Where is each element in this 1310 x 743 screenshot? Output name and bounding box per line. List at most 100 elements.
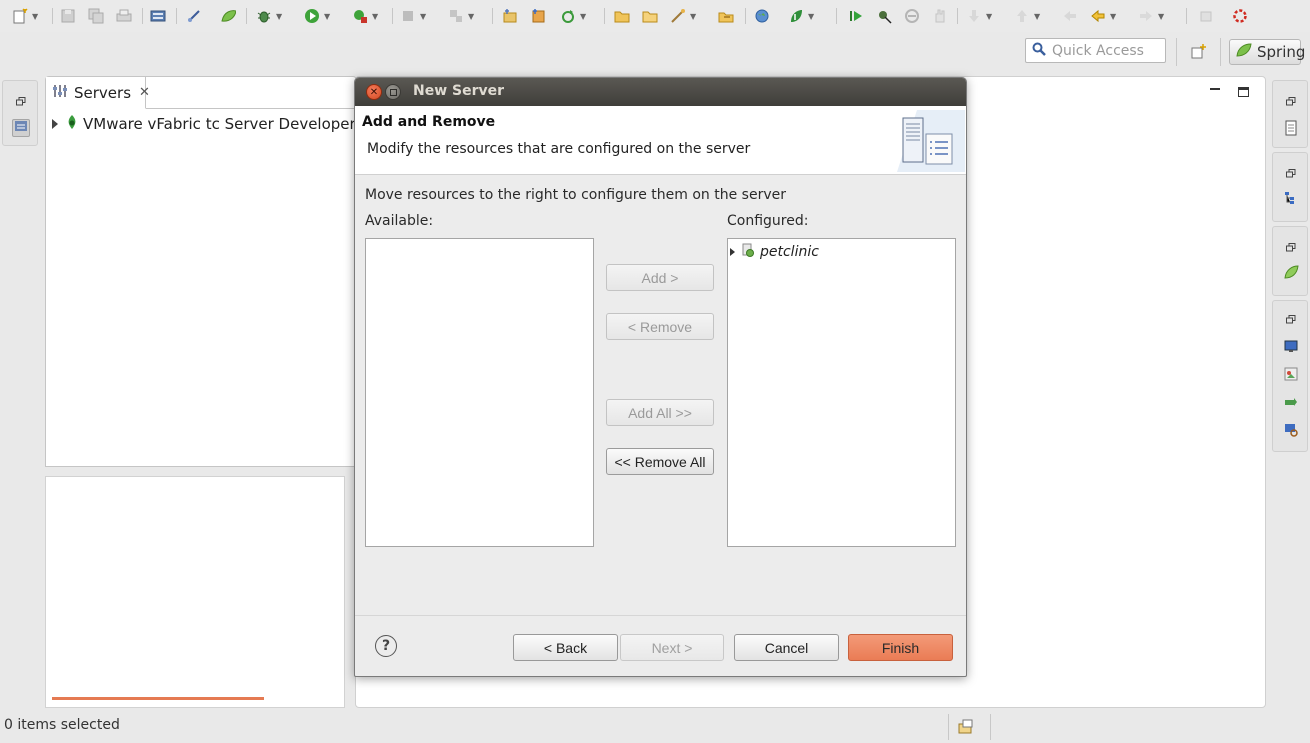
search-view-button[interactable]: [1282, 423, 1300, 441]
chevron-down-icon[interactable]: ▼: [276, 12, 282, 21]
server-tree-item[interactable]: VMware vFabric tc Server Developer Editi…: [52, 114, 362, 134]
chevron-down-icon[interactable]: ▼: [986, 12, 992, 21]
close-icon[interactable]: ✕: [139, 85, 150, 100]
search-results-icon: [1284, 423, 1298, 441]
help-button[interactable]: ?: [375, 635, 397, 657]
prev-annotation-button[interactable]: ▼: [1014, 6, 1040, 26]
restore-button[interactable]: [1282, 165, 1300, 183]
status-message: 0 items selected: [4, 717, 120, 733]
wand-button[interactable]: ▼: [670, 6, 696, 26]
open-perspective-icon: [1190, 44, 1208, 65]
new-class-button[interactable]: [530, 6, 546, 26]
chevron-down-icon[interactable]: ▼: [468, 12, 474, 21]
new-project-button[interactable]: [502, 6, 518, 26]
restore-button[interactable]: [1282, 311, 1300, 329]
remove-all-button[interactable]: << Remove All: [606, 448, 714, 475]
finish-button[interactable]: Finish: [848, 634, 953, 661]
right-trim-stack-3: [1272, 226, 1308, 296]
pin-editor-button[interactable]: [1198, 6, 1214, 26]
add-all-button[interactable]: Add All >>: [606, 399, 714, 426]
save-all-icon: [88, 8, 104, 24]
chevron-down-icon[interactable]: ▼: [1158, 12, 1164, 21]
chevron-down-icon[interactable]: ▼: [372, 12, 378, 21]
chevron-down-icon[interactable]: ▼: [1034, 12, 1040, 21]
spring-perspective-label: Spring: [1257, 43, 1306, 61]
tab-label: Servers: [74, 83, 132, 102]
stop-button[interactable]: ▼: [400, 6, 426, 26]
back-icon: [1090, 8, 1106, 24]
minimize-icon[interactable]: [1210, 88, 1220, 90]
minimize-button[interactable]: [385, 84, 401, 100]
cancel-icon: [904, 8, 920, 24]
chevron-down-icon[interactable]: ▼: [324, 12, 330, 21]
open-perspective-button[interactable]: [1190, 43, 1208, 61]
available-resources-list[interactable]: [365, 238, 594, 547]
task-list-button[interactable]: [1282, 120, 1300, 139]
expand-arrow-icon[interactable]: [730, 248, 735, 256]
add-button[interactable]: Add >: [606, 264, 714, 291]
forward-icon: [1138, 8, 1154, 24]
save-all-button[interactable]: [88, 6, 104, 26]
run-external-button[interactable]: ▼: [352, 6, 378, 26]
resume-button[interactable]: [848, 6, 864, 26]
server-icon: [150, 8, 166, 24]
refresh-button[interactable]: ▼: [560, 6, 586, 26]
cancel-button[interactable]: Cancel: [734, 634, 839, 661]
new-button[interactable]: ▼: [12, 6, 38, 26]
tab-servers[interactable]: Servers ✕: [46, 77, 150, 109]
status-launcher-button[interactable]: [957, 718, 975, 736]
servers-trim-button[interactable]: [12, 119, 30, 137]
open-type-button[interactable]: [642, 6, 658, 26]
web-module-icon: [741, 243, 755, 261]
back-button[interactable]: < Back: [513, 634, 618, 661]
next-annotation-button[interactable]: ▼: [966, 6, 992, 26]
browser-button[interactable]: [754, 6, 770, 26]
open-resource-button[interactable]: [718, 6, 734, 26]
chevron-down-icon[interactable]: ▼: [808, 12, 814, 21]
run-button[interactable]: ▼: [304, 6, 330, 26]
back-button[interactable]: ▼: [1090, 6, 1116, 26]
right-trim-stack-2: [1272, 152, 1308, 222]
chevron-down-icon[interactable]: ▼: [690, 12, 696, 21]
skip-breakpoints-button[interactable]: [876, 6, 892, 26]
spring-perspective-button[interactable]: Spring: [1229, 39, 1305, 65]
restore-button[interactable]: [1282, 239, 1300, 257]
chevron-down-icon[interactable]: ▼: [32, 12, 38, 21]
servers-button[interactable]: [150, 6, 166, 26]
list-item[interactable]: petclinic: [730, 243, 819, 261]
disconnect-button[interactable]: ▼: [448, 6, 474, 26]
remove-button[interactable]: < Remove: [606, 313, 714, 340]
close-button[interactable]: ✕: [366, 84, 382, 100]
chevron-down-icon[interactable]: ▼: [580, 12, 586, 21]
quick-access-placeholder: Quick Access: [1052, 42, 1144, 59]
chevron-down-icon[interactable]: ▼: [420, 12, 426, 21]
forward-button[interactable]: ▼: [1138, 6, 1164, 26]
restore-button[interactable]: [12, 93, 30, 111]
open-folder-button[interactable]: [614, 6, 630, 26]
spring-dashboard-button[interactable]: [220, 6, 236, 26]
save-button[interactable]: [60, 6, 76, 26]
quick-access-field[interactable]: Quick Access: [1025, 38, 1166, 63]
next-button[interactable]: Next >: [620, 634, 724, 661]
debug-button[interactable]: ▼: [256, 6, 282, 26]
last-edit-button[interactable]: [1062, 6, 1078, 26]
restore-button[interactable]: [1282, 93, 1300, 111]
configured-resources-list[interactable]: petclinic: [727, 238, 956, 547]
problems-button[interactable]: [1282, 367, 1300, 385]
terminate-button[interactable]: [904, 6, 920, 26]
print-button[interactable]: [116, 6, 132, 26]
progress-spinner: [1232, 6, 1248, 26]
print-icon: [116, 8, 132, 24]
progress-indicator: [52, 697, 264, 700]
maximize-icon[interactable]: [1238, 87, 1249, 97]
save-icon: [60, 8, 76, 24]
console-button[interactable]: [1282, 339, 1300, 357]
chevron-down-icon[interactable]: ▼: [1110, 12, 1116, 21]
hand-button[interactable]: [932, 6, 948, 26]
expand-arrow-icon[interactable]: [52, 119, 58, 129]
spring-run-button[interactable]: ▼: [788, 6, 814, 26]
outline-button[interactable]: [1282, 191, 1300, 209]
link-button[interactable]: [186, 6, 202, 26]
progress-button[interactable]: [1282, 395, 1300, 413]
spring-explorer-button[interactable]: [1282, 265, 1300, 283]
